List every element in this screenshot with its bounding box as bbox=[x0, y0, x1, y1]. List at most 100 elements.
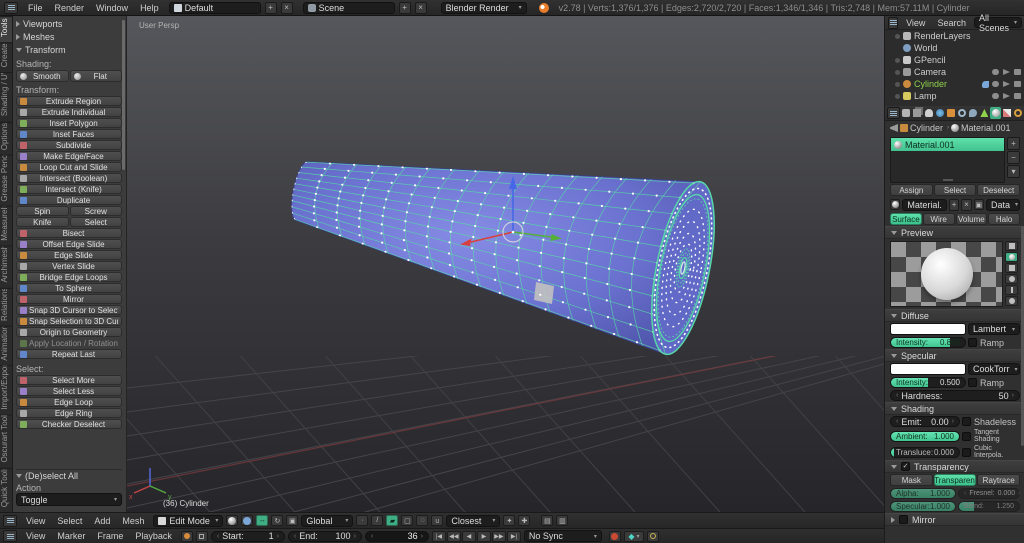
editor-type-icon[interactable] bbox=[888, 16, 899, 29]
screw-button[interactable]: Screw bbox=[69, 206, 122, 216]
z-transparency-mode-button[interactable]: Z Transparency bbox=[933, 474, 977, 486]
snap-self-button[interactable]: ✦ bbox=[503, 515, 516, 526]
properties-tab-data[interactable] bbox=[979, 107, 989, 119]
menu-mesh[interactable]: Mesh bbox=[116, 516, 150, 526]
specular-transparency-slider[interactable]: Specular: 1.000 bbox=[890, 501, 956, 512]
render-toggle-icon[interactable] bbox=[1014, 81, 1021, 87]
cubic-interpolation-checkbox[interactable] bbox=[962, 447, 971, 457]
properties-tab-physics[interactable] bbox=[1013, 107, 1023, 119]
pivot-point-dropdown[interactable] bbox=[241, 515, 254, 526]
select-button[interactable]: Select bbox=[69, 217, 122, 227]
bridge-edge-loops-button[interactable]: Bridge Edge Loops bbox=[16, 272, 122, 282]
action-dropdown[interactable]: Toggle ▾ bbox=[16, 493, 122, 506]
expander-icon[interactable] bbox=[895, 69, 900, 75]
snap-target-dropdown[interactable]: Closest ▾ bbox=[446, 514, 501, 527]
shelf-tab-animation[interactable]: Animation bbox=[0, 325, 12, 366]
panel-diffuse[interactable]: Diffuse bbox=[885, 309, 1024, 322]
breadcrumb-object[interactable]: Cylinder bbox=[910, 123, 943, 133]
breadcrumb-material[interactable]: Material.001 bbox=[961, 123, 1011, 133]
raytrace-mode-button[interactable]: Raytrace bbox=[977, 474, 1021, 486]
display-filter-dropdown[interactable]: All Scenes ▾ bbox=[973, 13, 1022, 33]
panel-preview[interactable]: Preview bbox=[885, 226, 1024, 239]
select-button[interactable]: Select bbox=[933, 184, 977, 196]
panel-shading[interactable]: Shading bbox=[885, 402, 1024, 415]
preview-sphere-button[interactable] bbox=[1005, 252, 1018, 262]
face-select-button[interactable]: ▰ bbox=[386, 515, 399, 526]
menu-file[interactable]: File bbox=[22, 3, 49, 13]
opengl-render-button[interactable]: ▤ bbox=[541, 515, 554, 526]
apply-location-rotation-scale-button[interactable]: Apply Location / Rotation / Scale bbox=[16, 338, 122, 348]
duplicate-button[interactable]: Duplicate bbox=[16, 195, 122, 205]
specular-ramp-checkbox[interactable] bbox=[968, 378, 977, 387]
visibility-toggle-icon[interactable] bbox=[992, 69, 999, 75]
specular-color-swatch[interactable] bbox=[890, 363, 966, 375]
menu-search[interactable]: Search bbox=[931, 18, 972, 28]
current-frame-field[interactable]: ‹ 36 › bbox=[364, 530, 429, 542]
make-edge-face-button[interactable]: Make Edge/Face bbox=[16, 151, 122, 161]
preview-monkey-button[interactable] bbox=[1005, 274, 1018, 284]
render-toggle-icon[interactable] bbox=[1014, 93, 1021, 99]
pin-id-button[interactable]: ▣ bbox=[973, 199, 985, 210]
shelf-tab-create[interactable]: Create bbox=[0, 42, 12, 73]
diffuse-color-swatch[interactable] bbox=[890, 323, 966, 335]
shelf-tab-oscurart-tools[interactable]: Oscurart Tools bbox=[0, 415, 12, 468]
mode-dropdown[interactable]: Edit Mode ▾ bbox=[153, 514, 224, 527]
editor-type-icon[interactable] bbox=[3, 514, 17, 527]
add-scene-button[interactable]: + bbox=[398, 1, 411, 14]
editor-type-icon[interactable] bbox=[887, 107, 901, 119]
delete-scene-button[interactable]: × bbox=[414, 1, 427, 14]
properties-tab-constraints[interactable] bbox=[957, 107, 967, 119]
ambient-slider[interactable]: Ambient: 1.000 bbox=[890, 430, 960, 442]
emit-field[interactable]: ‹ Emit: 0.00 › bbox=[890, 416, 960, 427]
properties-tab-scene[interactable] bbox=[923, 107, 933, 119]
auto-keyframe-button[interactable] bbox=[608, 530, 621, 542]
menu-add[interactable]: Add bbox=[88, 516, 116, 526]
knife-button[interactable]: Knife bbox=[16, 217, 69, 227]
menu-view[interactable]: View bbox=[20, 531, 51, 541]
outliner-item-camera[interactable]: Camera bbox=[885, 66, 1024, 78]
frame-end-field[interactable]: ‹ End: 100 › bbox=[287, 530, 362, 542]
menu-window[interactable]: Window bbox=[90, 3, 134, 13]
panel-deselect-all[interactable]: (De)select All bbox=[16, 469, 122, 481]
diffuse-intensity-slider[interactable]: Intensity: 0.800 bbox=[890, 337, 966, 348]
scene-dropdown[interactable]: Scene bbox=[302, 1, 395, 14]
properties-tab-world[interactable] bbox=[935, 107, 945, 119]
shelf-tab-options[interactable]: Options bbox=[0, 121, 12, 155]
next-keyframe-button[interactable]: ▶▶ bbox=[491, 530, 506, 542]
lock-icon[interactable] bbox=[195, 530, 208, 542]
manipulator-scale-button[interactable]: ▣ bbox=[286, 515, 299, 526]
material-slot-active[interactable]: Material.001 bbox=[891, 138, 1004, 151]
snap-align-button[interactable]: ✚ bbox=[518, 515, 531, 526]
outliner-item-renderlayers[interactable]: RenderLayers bbox=[885, 30, 1024, 42]
bisect-button[interactable]: Bisect bbox=[16, 228, 122, 238]
expander-icon[interactable] bbox=[895, 57, 900, 63]
new-material-button[interactable]: + bbox=[948, 198, 960, 211]
delete-layout-button[interactable]: × bbox=[280, 1, 293, 14]
hardness-field[interactable]: ‹ Hardness: 50 › bbox=[890, 390, 1020, 401]
visibility-toggle-icon[interactable] bbox=[992, 93, 999, 99]
preview-cube-button[interactable] bbox=[1005, 263, 1018, 273]
play-button[interactable]: ▶ bbox=[476, 530, 491, 542]
properties-tab-texture[interactable] bbox=[1002, 107, 1012, 119]
panel-specular[interactable]: Specular bbox=[885, 349, 1024, 362]
flat-button[interactable]: Flat bbox=[69, 70, 122, 82]
wire-type-button[interactable]: Wire bbox=[922, 213, 955, 225]
prev-keyframe-button[interactable]: ◀◀ bbox=[446, 530, 461, 542]
cylinder-mesh[interactable] bbox=[290, 161, 726, 360]
properties-tab-object[interactable] bbox=[946, 107, 956, 119]
browse-material-dropdown[interactable] bbox=[890, 199, 901, 210]
expander-icon[interactable] bbox=[895, 81, 900, 87]
play-reverse-button[interactable]: ◀ bbox=[461, 530, 476, 542]
expander-icon[interactable] bbox=[895, 33, 900, 39]
extrude-region-button[interactable]: Extrude Region bbox=[16, 96, 122, 106]
manipulator-translate-button[interactable]: ↔ bbox=[256, 515, 269, 526]
menu-help[interactable]: Help bbox=[134, 3, 165, 13]
selectability-toggle-icon[interactable] bbox=[1003, 93, 1010, 99]
assign-button[interactable]: Assign bbox=[890, 184, 933, 196]
limit-to-visible-button[interactable]: ▢ bbox=[401, 515, 414, 526]
render-toggle-icon[interactable] bbox=[1014, 69, 1021, 75]
shelf-tab-quick-tools[interactable]: Quick Tools bbox=[0, 467, 12, 512]
unlink-material-button[interactable]: × bbox=[961, 198, 972, 211]
add-slot-button[interactable]: + bbox=[1007, 137, 1020, 150]
inset-polygon-button[interactable]: Inset Polygon bbox=[16, 118, 122, 128]
